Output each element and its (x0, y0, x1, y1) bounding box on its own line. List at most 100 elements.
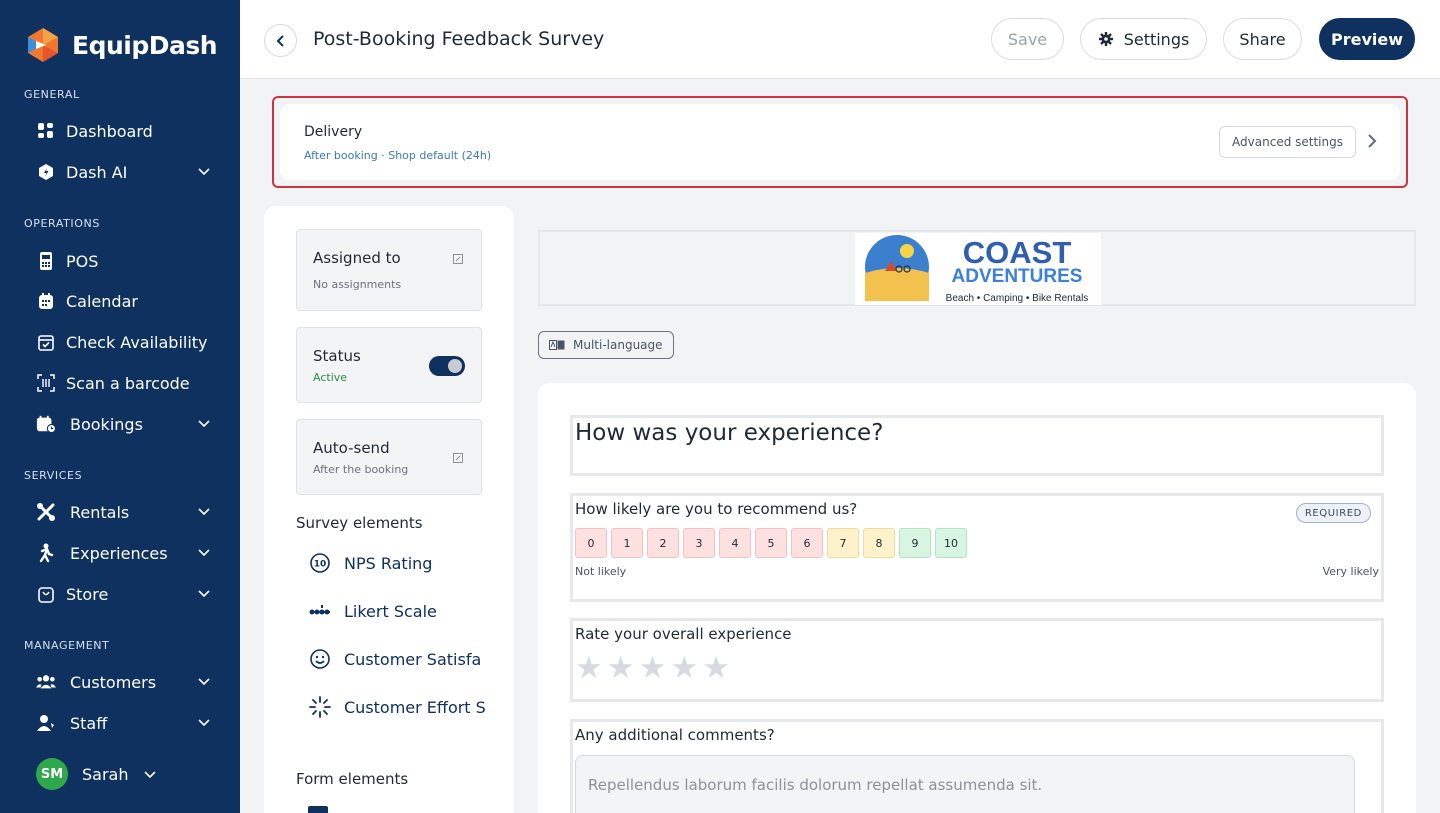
star-icon[interactable]: ★ (639, 653, 667, 684)
effort-icon (308, 695, 332, 719)
dash-ai-icon (36, 162, 56, 182)
check-availability-icon (36, 332, 56, 352)
nps-option[interactable]: 9 (899, 528, 931, 558)
sidebar-item-dash-ai[interactable]: Dash AI (36, 157, 216, 187)
gear-icon (1098, 32, 1113, 46)
nps-option[interactable]: 7 (827, 528, 859, 558)
element-label: Likert Scale (344, 601, 437, 621)
sidebar: EquipDash GENERAL Dashboard Dash AI OPER… (0, 0, 240, 813)
sidebar-item-pos[interactable]: POS (36, 246, 216, 276)
rating-question-block[interactable]: Rate your overall experience ★ ★ ★ ★ ★ (570, 618, 1384, 702)
star-rating: ★ ★ ★ ★ ★ (575, 653, 730, 684)
nps-option[interactable]: 5 (755, 528, 787, 558)
sidebar-item-calendar[interactable]: Calendar (36, 286, 216, 316)
avatar: SM (36, 758, 68, 790)
top-bar: Post-Booking Feedback Survey Save Settin… (240, 0, 1440, 79)
sidebar-item-label: Rentals (70, 502, 130, 522)
page-title: Post-Booking Feedback Survey (313, 28, 605, 50)
preview-button[interactable]: Preview (1319, 18, 1415, 60)
rentals-icon (36, 502, 56, 522)
sidebar-item-rentals[interactable]: Rentals (36, 497, 216, 527)
heading-element-icon[interactable] (308, 806, 328, 813)
element-customer-satisfaction[interactable]: Customer Satisfa (308, 645, 488, 673)
element-nps-rating[interactable]: 10 NPS Rating (308, 549, 488, 577)
nps-question-block[interactable]: How likely are you to recommend us? REQU… (570, 493, 1384, 602)
sidebar-item-dashboard[interactable]: Dashboard (36, 116, 216, 146)
status-title: Status (313, 347, 361, 365)
sidebar-item-bookings[interactable]: Bookings (36, 409, 216, 439)
multi-language-button[interactable]: Multi-language (538, 331, 674, 359)
comments-textarea[interactable]: Repellendus laborum facilis dolorum repe… (575, 755, 1355, 813)
form-elements-heading: Form elements (296, 770, 409, 788)
customers-icon (36, 672, 56, 692)
assigned-sub: No assignments (313, 278, 402, 291)
sidebar-item-check-availability[interactable]: Check Availability (36, 327, 216, 357)
sidebar-item-experiences[interactable]: Experiences (36, 538, 216, 568)
sidebar-item-scan-barcode[interactable]: Scan a barcode (36, 368, 216, 398)
section-management: MANAGEMENT (24, 639, 110, 652)
brand-name: EquipDash (72, 30, 218, 60)
survey-heading: How was your experience? (575, 420, 884, 446)
chevron-down-icon (198, 549, 210, 557)
chevron-down-icon (198, 508, 210, 516)
pos-icon (36, 251, 56, 271)
nps-high-label: Very likely (1322, 565, 1379, 578)
edit-icon[interactable] (453, 254, 463, 264)
smile-icon (308, 647, 332, 671)
coast-adventures-logo-icon: COAST ADVENTURES Beach • Camping • Bike … (865, 235, 1088, 304)
logo-line1: COAST (963, 235, 1072, 270)
nps-option[interactable]: 10 (935, 528, 967, 558)
status-toggle[interactable] (429, 356, 465, 376)
brand[interactable]: EquipDash (24, 26, 218, 64)
delivery-subtitle: After booking · Shop default (24h) (304, 149, 492, 162)
assigned-card[interactable]: Assigned to No assignments (296, 229, 482, 311)
star-icon[interactable]: ★ (670, 653, 698, 684)
settings-button[interactable]: Settings (1080, 18, 1207, 60)
nps-low-label: Not likely (575, 565, 627, 578)
autosend-card[interactable]: Auto-send After the booking (296, 419, 482, 495)
calendar-icon (36, 291, 56, 311)
nps-option[interactable]: 0 (575, 528, 607, 558)
nps-option[interactable]: 3 (683, 528, 715, 558)
survey-canvas: How was your experience? How likely are … (538, 383, 1416, 813)
nps-option[interactable]: 8 (863, 528, 895, 558)
staff-icon (36, 713, 56, 733)
chevron-down-icon (198, 168, 210, 176)
autosend-title: Auto-send (313, 439, 390, 457)
element-likert-scale[interactable]: Likert Scale (308, 597, 488, 625)
user-menu[interactable]: SM Sarah (36, 758, 158, 790)
star-icon[interactable]: ★ (702, 653, 730, 684)
comments-question-block[interactable]: Any additional comments? Repellendus lab… (570, 719, 1384, 813)
sidebar-item-customers[interactable]: Customers (36, 667, 216, 697)
nps-option[interactable]: 1 (611, 528, 643, 558)
star-icon[interactable]: ★ (575, 653, 603, 684)
sidebar-item-staff[interactable]: Staff (36, 708, 216, 738)
nps-option[interactable]: 4 (719, 528, 751, 558)
rating-question: Rate your overall experience (575, 625, 792, 643)
delivery-banner[interactable]: Delivery After booking · Shop default (2… (272, 96, 1408, 188)
back-button[interactable] (264, 24, 297, 57)
share-button[interactable]: Share (1223, 18, 1302, 60)
chevron-right-icon[interactable] (1366, 134, 1378, 148)
store-icon (36, 584, 56, 604)
element-customer-effort[interactable]: Customer Effort S (308, 693, 488, 721)
star-icon[interactable]: ★ (607, 653, 635, 684)
settings-label: Settings (1123, 29, 1190, 49)
chevron-down-icon (198, 420, 210, 428)
survey-logo-area[interactable]: COAST ADVENTURES Beach • Camping • Bike … (538, 230, 1416, 306)
sidebar-item-store[interactable]: Store (36, 579, 216, 609)
advanced-settings-button[interactable]: Advanced settings (1219, 126, 1356, 158)
dashboard-icon (36, 121, 56, 141)
sidebar-item-label: POS (66, 251, 99, 271)
sidebar-item-label: Scan a barcode (66, 373, 190, 393)
section-services: SERVICES (24, 469, 83, 482)
sidebar-item-label: Customers (70, 672, 157, 692)
equipdash-logo-icon (24, 26, 62, 64)
save-button[interactable]: Save (991, 18, 1064, 60)
nps-option[interactable]: 2 (647, 528, 679, 558)
survey-heading-block[interactable]: How was your experience? (570, 415, 1384, 476)
nps-option[interactable]: 6 (791, 528, 823, 558)
sidebar-item-label: Check Availability (66, 332, 208, 352)
edit-icon[interactable] (453, 453, 463, 463)
survey-elements-heading: Survey elements (296, 514, 423, 532)
